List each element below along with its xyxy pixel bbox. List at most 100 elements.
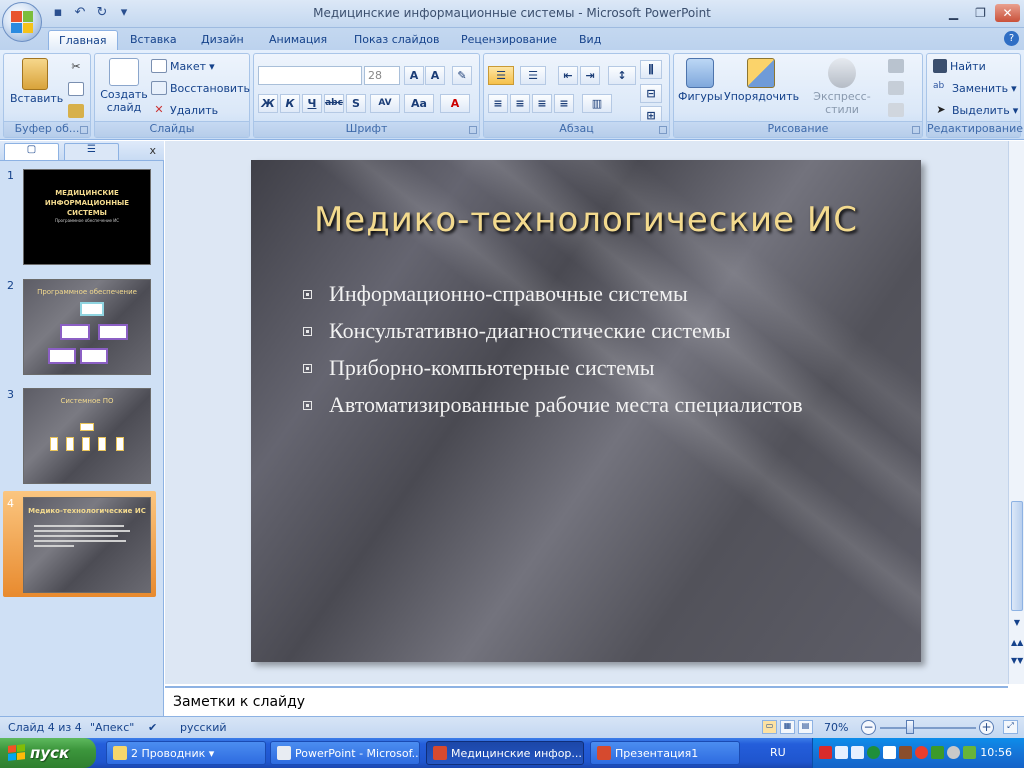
shrink-font-button[interactable]: A	[425, 66, 445, 85]
font-size-field[interactable]: 28	[364, 66, 400, 85]
messenger-icon[interactable]	[835, 746, 848, 759]
vertical-scrollbar[interactable]: ▼ ▲▲ ▼▼	[1008, 141, 1024, 684]
slideshow-view-icon[interactable]: ▤	[798, 720, 813, 734]
update-icon[interactable]	[867, 746, 880, 759]
minimize-button[interactable]: ▁	[941, 4, 966, 22]
shadow-button[interactable]: S	[346, 94, 366, 113]
start-button[interactable]: пуск	[0, 738, 96, 768]
align-left-button[interactable]: ≡	[488, 94, 508, 113]
grow-font-button[interactable]: A	[404, 66, 424, 85]
spellcheck-icon[interactable]: ✔	[148, 721, 157, 734]
tab-home[interactable]: Главная	[48, 30, 118, 50]
italic-button[interactable]: К	[280, 94, 300, 113]
slide-bullet-list[interactable]: Информационно-справочные системы Консуль…	[303, 278, 863, 426]
language-status[interactable]: русский	[180, 721, 227, 734]
copy-button[interactable]	[68, 82, 84, 96]
tray-app-icon[interactable]	[963, 746, 976, 759]
fit-to-window-icon[interactable]: ⤢	[1003, 720, 1018, 734]
help-icon[interactable]: ?	[1004, 31, 1019, 46]
scrollbar-thumb[interactable]	[1011, 501, 1023, 611]
tab-review[interactable]: Рецензирование	[451, 30, 567, 50]
language-indicator[interactable]: RU	[770, 746, 786, 759]
align-text-button[interactable]: ⊟	[640, 84, 662, 103]
previous-slide-icon[interactable]: ▲▲	[1011, 638, 1023, 652]
tab-slideshow[interactable]: Показ слайдов	[344, 30, 450, 50]
notes-pane[interactable]: Заметки к слайду	[165, 686, 1008, 716]
spacing-button[interactable]: AV	[370, 94, 400, 113]
zoom-level[interactable]: 70%	[824, 721, 848, 734]
security-icon[interactable]	[931, 746, 944, 759]
replace-button[interactable]: ab Заменить ▾	[933, 81, 1017, 95]
columns-button[interactable]: ▥	[582, 94, 612, 113]
new-slide-button[interactable]: Создать слайд	[99, 58, 149, 114]
scroll-down-arrow-icon[interactable]: ▼	[1011, 618, 1023, 632]
thumbnail-title: Медико-технологические ИС	[28, 507, 146, 515]
zoom-slider[interactable]	[880, 727, 976, 729]
zoom-out-icon[interactable]: −	[861, 720, 876, 735]
close-pane-icon[interactable]: x	[149, 144, 156, 157]
dialog-launcher-icon[interactable]	[469, 126, 477, 134]
clear-format-button[interactable]: ✎	[452, 66, 472, 85]
delete-slide-button[interactable]: ✕ Удалить	[151, 103, 218, 117]
tab-view[interactable]: Вид	[569, 30, 611, 50]
justify-button[interactable]: ≡	[554, 94, 574, 113]
tab-design[interactable]: Дизайн	[191, 30, 254, 50]
paste-button[interactable]: Вставить	[10, 58, 63, 105]
shape-fill-button[interactable]	[888, 59, 904, 73]
reset-button[interactable]: Восстановить	[151, 81, 250, 95]
task-powerpoint[interactable]: PowerPoint - Microsof...	[270, 741, 420, 765]
slide-title[interactable]: Медико-технологические ИС	[251, 200, 921, 240]
restore-button[interactable]: ❐	[968, 4, 993, 22]
tab-insert[interactable]: Вставка	[120, 30, 187, 50]
zoom-in-icon[interactable]: +	[979, 720, 994, 735]
shapes-button[interactable]: Фигуры	[678, 58, 723, 103]
tray-app-icon[interactable]	[947, 746, 960, 759]
current-slide[interactable]: Медико-технологические ИС Информационно-…	[251, 160, 921, 662]
shape-outline-button[interactable]	[888, 81, 904, 95]
strikethrough-button[interactable]: abc	[324, 94, 344, 113]
tab-outline-icon[interactable]: ☰	[64, 143, 119, 160]
antivirus-icon[interactable]	[819, 746, 832, 759]
find-button[interactable]: Найти	[933, 59, 986, 73]
alert-icon[interactable]	[915, 746, 928, 759]
change-case-button[interactable]: Aa	[404, 94, 434, 113]
numbering-button[interactable]: ☰	[520, 66, 546, 85]
tab-slides-icon[interactable]: ▢	[4, 143, 59, 160]
dialog-launcher-icon[interactable]	[659, 126, 667, 134]
sorter-view-icon[interactable]: ▦	[780, 720, 795, 734]
cut-button[interactable]: ✂	[68, 60, 84, 74]
close-button[interactable]: ✕	[995, 4, 1020, 22]
layout-button[interactable]: Макет ▾	[151, 59, 215, 73]
align-right-button[interactable]: ≡	[532, 94, 552, 113]
dialog-launcher-icon[interactable]	[912, 126, 920, 134]
normal-view-icon[interactable]: ▭	[762, 720, 777, 734]
increase-indent-button[interactable]: ⇥	[580, 66, 600, 85]
underline-button[interactable]: Ч	[302, 94, 322, 113]
align-center-button[interactable]: ≡	[510, 94, 530, 113]
volume-icon[interactable]	[883, 746, 896, 759]
next-slide-icon[interactable]: ▼▼	[1011, 656, 1023, 670]
dialog-launcher-icon[interactable]	[80, 126, 88, 134]
tab-animation[interactable]: Анимация	[259, 30, 337, 50]
group-slides: Создать слайд Макет ▾ Восстановить ✕ Удали…	[94, 53, 250, 138]
task-explorer[interactable]: 2 Проводник ▾	[106, 741, 266, 765]
line-spacing-button[interactable]: ↕	[608, 66, 636, 85]
arrange-button[interactable]: Упорядочить	[724, 58, 800, 103]
shape-effects-button[interactable]	[888, 103, 904, 117]
font-name-field[interactable]	[258, 66, 362, 85]
decrease-indent-button[interactable]: ⇤	[558, 66, 578, 85]
text-direction-button[interactable]: ⫼	[640, 60, 662, 79]
task-presentation-active[interactable]: Медицинские инфор...	[426, 741, 584, 765]
font-color-button[interactable]: A	[440, 94, 470, 113]
select-button[interactable]: ➤ Выделить ▾	[933, 103, 1018, 117]
arrange-label: Упорядочить	[724, 90, 800, 103]
bold-button[interactable]: Ж	[258, 94, 278, 113]
tray-app-icon[interactable]	[899, 746, 912, 759]
bullets-button[interactable]: ☰	[488, 66, 514, 85]
format-painter-button[interactable]	[68, 104, 84, 118]
zoom-slider-handle[interactable]	[906, 720, 914, 734]
network-icon[interactable]	[851, 746, 864, 759]
task-presentation1[interactable]: Презентация1	[590, 741, 740, 765]
office-button[interactable]	[2, 2, 42, 42]
quick-styles-button[interactable]: Экспресс-стили	[800, 58, 884, 116]
